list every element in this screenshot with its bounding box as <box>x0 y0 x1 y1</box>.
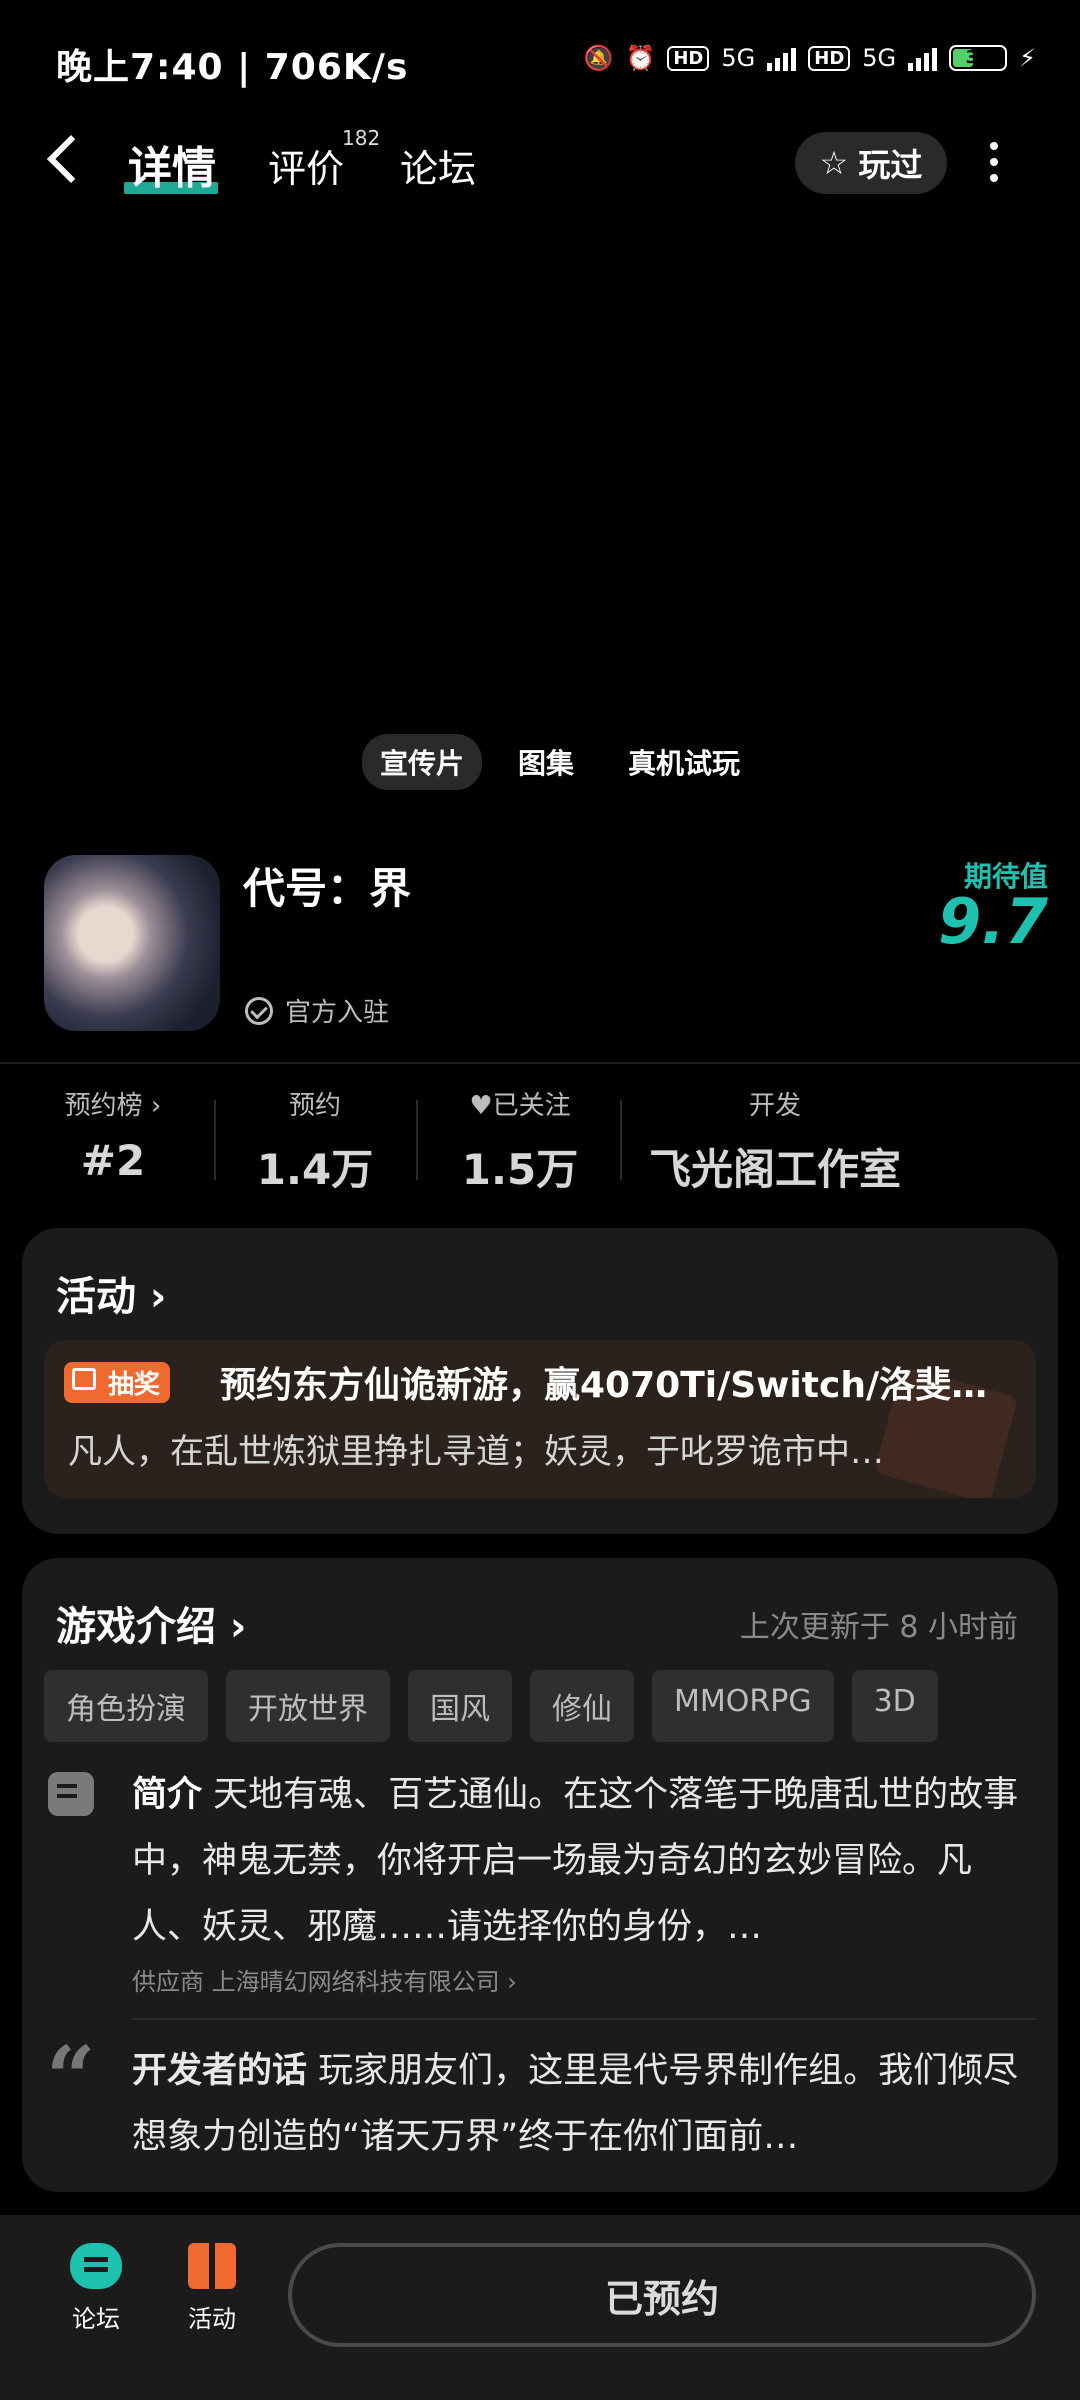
hd-icon-2: HD <box>808 45 851 71</box>
intro-card: 游戏介绍 › 上次更新于 8 小时前 角色扮演 开放世界 国风 修仙 MMORP… <box>22 1558 1058 2192</box>
tab-reviews[interactable]: 评价 <box>268 138 344 193</box>
official-badge: 官方入驻 <box>245 992 389 1029</box>
stat-following-value: 1.5万 <box>461 1145 579 1194</box>
stat-reservations-label: 预约 <box>288 1091 341 1121</box>
activity-headline: 预约东方仙诡新游，赢4070Ti/Switch/洛斐… <box>220 1365 988 1406</box>
status-icons: 🔕 ⏰ HD 5G HD 5G 37 ⚡ <box>584 44 1036 72</box>
divider <box>0 1062 1080 1064</box>
stat-developer-label: 开发 <box>748 1091 801 1121</box>
stat-following-label: 已关注 <box>492 1091 571 1121</box>
check-circle-icon <box>245 996 273 1025</box>
tag[interactable]: 修仙 <box>530 1670 634 1742</box>
gift-icon <box>72 1368 96 1390</box>
back-icon[interactable] <box>46 134 96 184</box>
stat-reservations-value: 1.4万 <box>256 1145 374 1194</box>
update-time: 上次更新于 8 小时前 <box>739 1610 1018 1645</box>
signal-icon <box>767 45 797 71</box>
hd-icon: HD <box>667 45 710 71</box>
review-count: 182 <box>342 126 381 150</box>
forum-label: 论坛 <box>72 2305 120 2333</box>
stat-developer-value: 飞光阁工作室 <box>648 1145 901 1194</box>
summary-label: 简介 <box>132 1775 203 1815</box>
activity-desc: 凡人，在乱世炼狱里挣扎寻道；妖灵，于叱罗诡市中… <box>68 1432 884 1472</box>
tag-list: 角色扮演 开放世界 国风 修仙 MMORPG 3D <box>44 1670 938 1742</box>
stat-developer[interactable]: 开发 飞光阁工作室 <box>640 1085 910 1197</box>
chat-bubble-icon <box>70 2243 122 2289</box>
tag[interactable]: 开放世界 <box>226 1670 390 1742</box>
tab-details[interactable]: 详情 <box>128 132 216 196</box>
status-time-speed: 晚上7:40 | 706K/s <box>56 47 409 88</box>
stats-row: 预约榜 › #2 预约 1.4万 ♥已关注 1.5万 开发 飞光阁工作室 <box>0 1085 1080 1195</box>
media-tab-gallery[interactable]: 图集 <box>500 734 592 790</box>
tag[interactable]: 角色扮演 <box>44 1670 208 1742</box>
media-tab-demo[interactable]: 真机试玩 <box>610 734 758 790</box>
expect-score: 9.7 <box>938 885 1048 958</box>
more-icon[interactable] <box>990 142 998 182</box>
tab-forum[interactable]: 论坛 <box>400 138 476 193</box>
official-label: 官方入驻 <box>285 998 390 1028</box>
heart-icon: ♥ <box>469 1091 493 1121</box>
mute-icon: 🔕 <box>583 44 614 72</box>
document-icon <box>48 1772 94 1816</box>
activity-item[interactable]: 抽奖 预约东方仙诡新游，赢4070Ti/Switch/洛斐… 凡人，在乱世炼狱里… <box>44 1340 1036 1498</box>
activity-card: 活动 › 抽奖 预约东方仙诡新游，赢4070Ti/Switch/洛斐… 凡人，在… <box>22 1228 1058 1534</box>
tag[interactable]: 国风 <box>408 1670 512 1742</box>
dev-label: 开发者的话 <box>132 2051 308 2091</box>
activity-button[interactable]: 活动 <box>162 2243 262 2334</box>
star-icon: ☆ <box>819 144 849 182</box>
stat-reservations: 预约 1.4万 <box>250 1085 380 1197</box>
game-title: 代号：界 <box>243 864 412 913</box>
played-button[interactable]: ☆ 玩过 <box>795 132 947 194</box>
gift-icon <box>188 2243 236 2289</box>
forum-button[interactable]: 论坛 <box>46 2243 146 2334</box>
media-tab-trailer[interactable]: 宣传片 <box>362 734 483 790</box>
intro-title[interactable]: 游戏介绍 › <box>56 1594 246 1652</box>
tag[interactable]: 3D <box>851 1670 938 1742</box>
game-icon <box>44 855 220 1031</box>
developer-words[interactable]: 开发者的话 玩家朋友们，这里是代号界制作组。我们倾尽想象力创造的“诸天万界”终于… <box>132 2038 1022 2170</box>
divider <box>132 2018 1036 2020</box>
net-label-2: 5G <box>862 44 897 72</box>
summary-text: 天地有魂、百艺通仙。在这个落笔于晚唐乱世的故事中，神鬼无禁，你将开启一场最为奇幻… <box>132 1775 1019 1947</box>
charging-icon: ⚡ <box>1019 44 1036 72</box>
played-label: 玩过 <box>858 146 923 184</box>
net-label-1: 5G <box>721 44 756 72</box>
quote-icon: “ <box>46 2028 96 2129</box>
intro-summary[interactable]: 简介 天地有魂、百艺通仙。在这个落笔于晚唐乱世的故事中，神鬼无禁，你将开启一场最… <box>132 1762 1022 1960</box>
signal-icon-2 <box>908 45 938 71</box>
activity-label: 活动 <box>188 2305 236 2333</box>
supplier-link[interactable]: 供应商 上海晴幻网络科技有限公司 › <box>132 1962 517 1997</box>
media-tabs: 宣传片 图集 真机试玩 <box>362 734 758 790</box>
stat-rank[interactable]: 预约榜 › #2 <box>48 1085 178 1185</box>
tag[interactable]: MMORPG <box>652 1670 834 1742</box>
stat-rank-value: #2 <box>80 1136 146 1185</box>
stat-rank-label: 预约榜 <box>64 1091 143 1121</box>
stat-following[interactable]: ♥已关注 1.5万 <box>452 1085 588 1197</box>
alarm-icon: ⏰ <box>625 44 656 72</box>
bottom-bar: 论坛 活动 已预约 <box>0 2215 1080 2400</box>
battery-icon: 37 <box>949 45 1008 71</box>
top-nav: 详情 评价 182 论坛 ☆ 玩过 <box>0 120 1080 210</box>
activity-title[interactable]: 活动 › <box>56 1264 166 1322</box>
reserved-button[interactable]: 已预约 <box>288 2243 1036 2347</box>
